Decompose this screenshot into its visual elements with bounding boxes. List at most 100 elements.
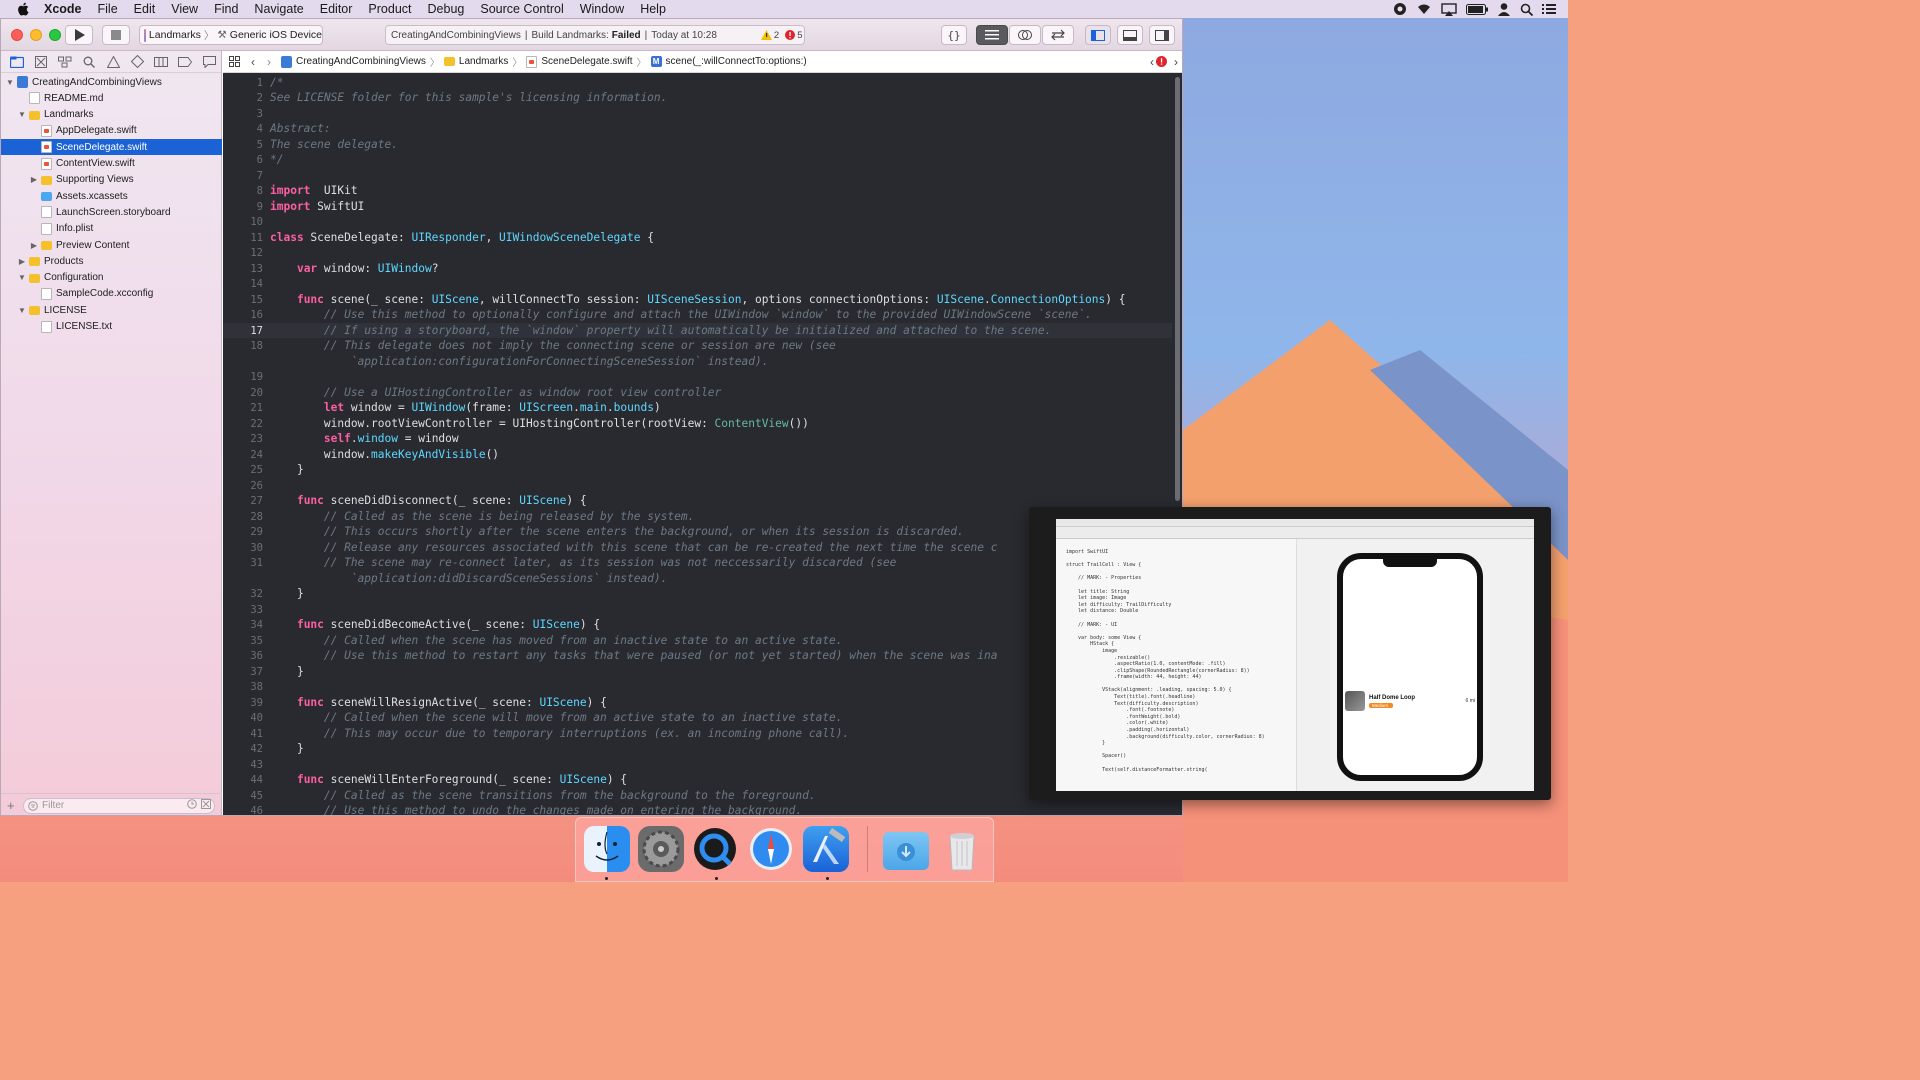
- navigator-item[interactable]: ▼ Landmarks: [1, 107, 222, 123]
- disclosure-triangle-icon[interactable]: ▼: [17, 273, 27, 282]
- close-window-button[interactable]: [11, 29, 23, 41]
- navigator-item[interactable]: ▶ Products: [1, 253, 222, 269]
- menu-editor[interactable]: Editor: [312, 2, 361, 16]
- debug-navigator-tab-icon[interactable]: [149, 56, 173, 67]
- recent-files-icon[interactable]: [187, 799, 197, 812]
- navigator-item[interactable]: ▶ Preview Content: [1, 237, 222, 253]
- navigator-item-label: README.md: [44, 92, 104, 104]
- navigator-item[interactable]: ▼ LICENSE: [1, 302, 222, 318]
- menu-help[interactable]: Help: [632, 2, 674, 16]
- downloads-folder-icon[interactable]: [883, 832, 929, 870]
- menu-window[interactable]: Window: [572, 2, 632, 16]
- forward-button[interactable]: ›: [267, 55, 271, 69]
- navigator-item[interactable]: README.md: [1, 90, 222, 106]
- navigator-filter-field[interactable]: Filter: [23, 797, 215, 814]
- activity-viewer[interactable]: CreatingAndCombiningViews | Build Landma…: [385, 25, 805, 45]
- modified-files-icon[interactable]: [201, 799, 211, 812]
- disclosure-triangle-icon[interactable]: ▼: [5, 78, 15, 87]
- previous-issue-button[interactable]: ‹: [1150, 55, 1154, 69]
- line-number: 20: [250, 386, 263, 399]
- navigator-item[interactable]: Assets.xcassets: [1, 188, 222, 204]
- code-token: // Release any resources associated with…: [323, 540, 998, 554]
- menu-find[interactable]: Find: [206, 2, 246, 16]
- xcode-icon[interactable]: [803, 826, 849, 872]
- scheme-selector[interactable]: Landmarks 〉 ⚒ Generic iOS Device: [139, 25, 323, 45]
- minimize-window-button[interactable]: [30, 29, 42, 41]
- notification-center-icon[interactable]: [1542, 3, 1556, 15]
- toggle-inspector-button[interactable]: [1149, 25, 1175, 45]
- navigator-item[interactable]: LaunchScreen.storyboard: [1, 204, 222, 220]
- menu-view[interactable]: View: [163, 2, 206, 16]
- safari-icon[interactable]: [748, 826, 794, 872]
- zoom-window-button[interactable]: [49, 29, 61, 41]
- run-button[interactable]: [65, 25, 93, 45]
- disclosure-triangle-icon[interactable]: ▼: [17, 306, 27, 315]
- vertical-scrollbar[interactable]: [1175, 77, 1180, 501]
- navigator-item[interactable]: SampleCode.xcconfig: [1, 286, 222, 302]
- issue-error-icon[interactable]: [1156, 56, 1167, 70]
- back-button[interactable]: ‹: [251, 55, 255, 69]
- code-token: // Called as the scene transitions from …: [323, 788, 816, 802]
- add-file-button[interactable]: +: [7, 798, 15, 813]
- standard-editor-button[interactable]: [976, 25, 1008, 45]
- creative-cloud-icon[interactable]: [1393, 2, 1407, 16]
- quicktime-icon[interactable]: [692, 826, 738, 872]
- navigator-item[interactable]: LICENSE.txt: [1, 319, 222, 335]
- finder-icon[interactable]: [584, 826, 630, 872]
- battery-icon[interactable]: [1466, 3, 1488, 15]
- navigator-item[interactable]: ContentView.swift: [1, 156, 222, 172]
- toggle-debug-area-button[interactable]: [1117, 25, 1143, 45]
- assistant-editor-button[interactable]: [1009, 25, 1041, 45]
- menu-app-name[interactable]: Xcode: [36, 2, 90, 16]
- test-navigator-tab-icon[interactable]: [125, 55, 149, 68]
- jump-file[interactable]: SceneDelegate.swift: [526, 55, 633, 68]
- navigator-item[interactable]: Info.plist: [1, 221, 222, 237]
- menu-product[interactable]: Product: [360, 2, 419, 16]
- disclosure-triangle-icon[interactable]: ▼: [17, 110, 27, 119]
- disclosure-triangle-icon[interactable]: ▶: [29, 175, 39, 184]
- navigator-item-label: ContentView.swift: [56, 158, 135, 169]
- picture-in-picture-video[interactable]: import SwiftUI struct TrailCell : View { …: [1029, 507, 1551, 800]
- symbol-navigator-tab-icon[interactable]: [53, 56, 77, 68]
- disclosure-triangle-icon[interactable]: ▶: [29, 241, 39, 250]
- navigator-item[interactable]: ▶ Supporting Views: [1, 172, 222, 188]
- user-icon[interactable]: [1497, 2, 1511, 16]
- pip-code-line: [1066, 628, 1296, 635]
- trash-icon[interactable]: [939, 826, 985, 872]
- navigator-item[interactable]: ▼ CreatingAndCombiningViews: [1, 74, 222, 90]
- error-badge[interactable]: 5: [785, 30, 802, 41]
- breakpoint-navigator-tab-icon[interactable]: [173, 56, 197, 67]
- menu-source-control[interactable]: Source Control: [472, 2, 571, 16]
- menu-edit[interactable]: Edit: [126, 2, 164, 16]
- jump-symbol[interactable]: M scene(_:willConnectTo:options:): [650, 56, 807, 67]
- toggle-navigator-button[interactable]: [1085, 25, 1111, 45]
- issue-navigator-tab-icon[interactable]: [101, 55, 125, 68]
- jump-project[interactable]: CreatingAndCombiningViews: [281, 55, 426, 68]
- navigator-item[interactable]: AppDelegate.swift: [1, 123, 222, 139]
- disclosure-triangle-icon[interactable]: ▶: [17, 257, 27, 266]
- pip-code-line: .color(.white): [1066, 720, 1169, 727]
- warning-badge[interactable]: 2: [760, 30, 779, 41]
- related-items-icon[interactable]: [229, 56, 240, 67]
- navigator-item[interactable]: ▼ Configuration: [1, 270, 222, 286]
- project-navigator-tab-icon[interactable]: [5, 56, 29, 68]
- report-navigator-tab-icon[interactable]: [197, 55, 221, 68]
- airplay-icon[interactable]: [1441, 2, 1457, 16]
- system-preferences-icon[interactable]: [638, 826, 684, 872]
- menu-file[interactable]: File: [90, 2, 126, 16]
- menu-debug[interactable]: Debug: [420, 2, 473, 16]
- stop-button[interactable]: [102, 25, 130, 45]
- source-control-tab-icon[interactable]: [29, 55, 53, 68]
- navigator-item[interactable]: SceneDelegate.swift: [1, 139, 222, 156]
- next-issue-button[interactable]: ›: [1174, 55, 1178, 69]
- spotlight-icon[interactable]: [1520, 3, 1533, 16]
- library-button[interactable]: {}: [941, 25, 967, 45]
- apple-menu-icon[interactable]: [14, 0, 32, 18]
- find-navigator-tab-icon[interactable]: [77, 56, 101, 68]
- menu-navigate[interactable]: Navigate: [246, 2, 311, 16]
- wifi-icon[interactable]: [1416, 3, 1432, 15]
- jump-group[interactable]: Landmarks: [443, 56, 508, 67]
- version-editor-button[interactable]: [1042, 25, 1074, 45]
- navigator-item-label: CreatingAndCombiningViews: [32, 76, 162, 88]
